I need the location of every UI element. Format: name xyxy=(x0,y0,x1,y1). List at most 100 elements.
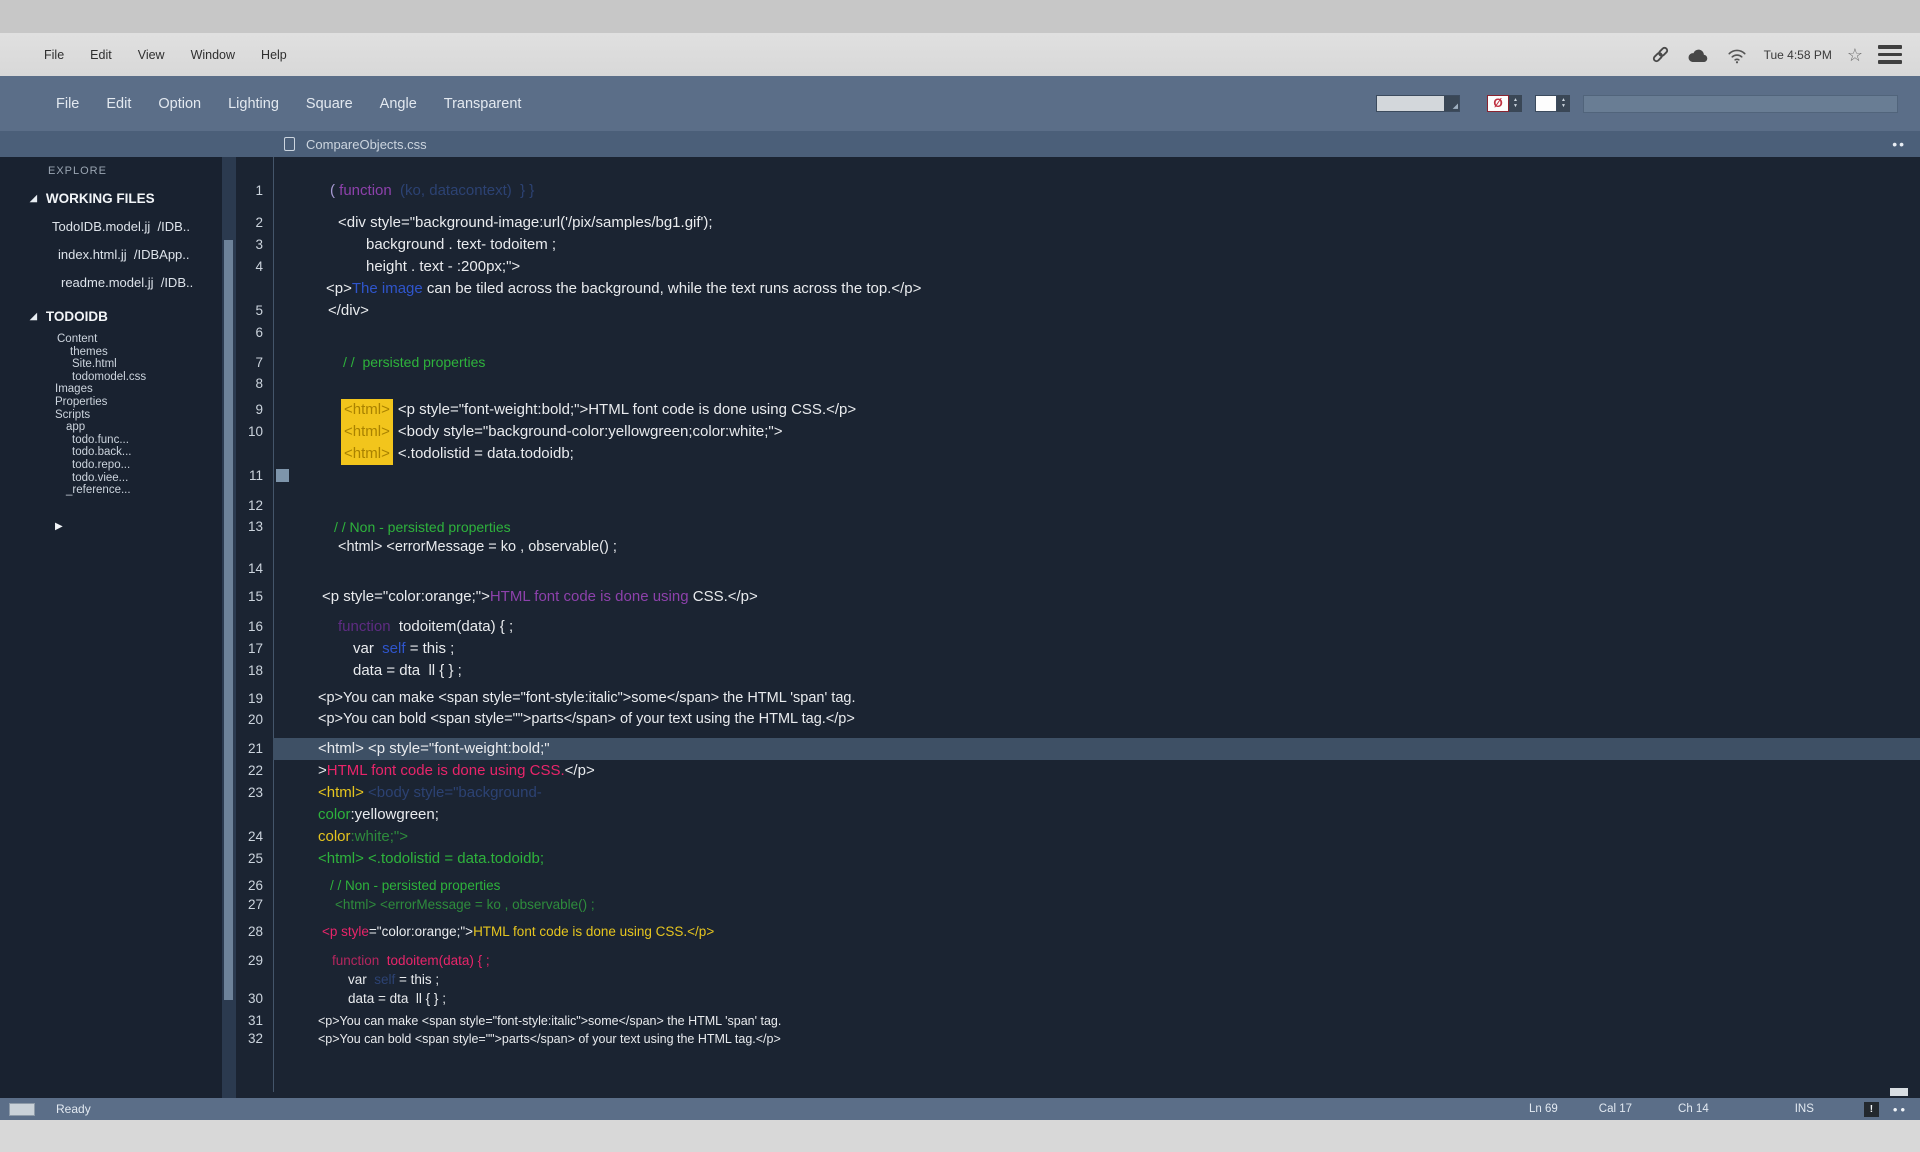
menu-item-edit[interactable]: Edit xyxy=(90,48,112,62)
tree-item[interactable]: Site.html xyxy=(0,358,222,371)
code-row: 2<div style="background-image:url('/pix/… xyxy=(236,212,1920,234)
line-number: 23 xyxy=(236,782,273,804)
menu-item-help[interactable]: Help xyxy=(261,48,287,62)
tab-overflow-dots[interactable]: •• xyxy=(1892,136,1906,152)
dropdown-arrow-icon[interactable]: ◢ xyxy=(1444,96,1459,111)
toolbar-item-file[interactable]: File xyxy=(56,96,79,112)
menu-item-file[interactable]: File xyxy=(44,48,64,62)
code-line-text: color:yellowgreen; xyxy=(273,804,1920,826)
working-file-item[interactable]: index.html.jj /IDBApp.. xyxy=(0,247,222,262)
line-number xyxy=(236,537,273,558)
line-number: 15 xyxy=(236,586,273,608)
toolbar-item-option[interactable]: Option xyxy=(158,96,201,112)
collapsed-item-arrow-icon[interactable]: ▶ xyxy=(0,521,222,532)
code-row: <html><.todolistid = data.todoidb; xyxy=(236,443,1920,465)
code-token: var xyxy=(348,972,371,987)
tree-item[interactable]: Images xyxy=(0,383,222,396)
tree-item[interactable]: Scripts xyxy=(0,409,222,422)
toolbar-item-square[interactable]: Square xyxy=(306,96,353,112)
line-number: 7 xyxy=(236,352,273,373)
code-row: 6 xyxy=(236,322,1920,344)
code-row: 29function todoitem(data) { ; xyxy=(236,951,1920,970)
menu-item-view[interactable]: View xyxy=(138,48,165,62)
code-row: 28<p style="color:orange;">HTML font cod… xyxy=(236,922,1920,941)
no-fill-icon: Ø xyxy=(1487,95,1509,112)
status-grip[interactable] xyxy=(9,1103,35,1116)
code-token: <p style="font-weight:bold;">HTML font c… xyxy=(398,401,856,418)
status-char: Ch 14 xyxy=(1678,1103,1709,1115)
menu-icon[interactable] xyxy=(1878,45,1902,64)
tree-item[interactable]: app xyxy=(0,421,222,434)
code-row: 32<p>You can bold <span style="">parts</… xyxy=(236,1030,1920,1048)
status-ready: Ready xyxy=(56,1102,91,1116)
tree-item[interactable]: todo.back... xyxy=(0,446,222,459)
tab-bar: CompareObjects.css •• xyxy=(0,131,1920,157)
stepper-arrows-icon[interactable]: ▲▼ xyxy=(1557,95,1570,112)
code-line-text: <html> <errorMessage = ko , observable()… xyxy=(273,895,1920,914)
code-row: <p>The image can be tiled across the bac… xyxy=(236,278,1920,300)
gutter-marker[interactable] xyxy=(276,469,289,482)
code-line-text: / / Non - persisted properties xyxy=(273,876,1920,895)
code-line-text xyxy=(273,558,1920,580)
line-number xyxy=(236,443,273,465)
code-row: 3background . text- todoitem ; xyxy=(236,234,1920,256)
code-line-text: var self = this ; xyxy=(273,970,1920,989)
tree-item[interactable]: themes xyxy=(0,346,222,359)
code-token: function xyxy=(339,182,392,199)
wifi-icon[interactable] xyxy=(1725,45,1749,65)
toolbar-input[interactable] xyxy=(1583,95,1898,113)
status-line: Ln 69 xyxy=(1529,1103,1558,1115)
toolbar-item-transparent[interactable]: Transparent xyxy=(444,96,522,112)
line-number: 16 xyxy=(236,616,273,638)
code-token: <body style="background- xyxy=(364,784,542,801)
link-icon[interactable] xyxy=(1650,44,1671,65)
line-number xyxy=(236,278,273,300)
line-number: 17 xyxy=(236,638,273,660)
sidebar-scrollbar[interactable] xyxy=(222,157,236,1098)
tree-item[interactable]: _reference... xyxy=(0,484,222,497)
working-file-item[interactable]: TodoIDB.model.jj /IDB.. xyxy=(0,219,222,234)
code-line-text: ( function (ko, datacontext) } } xyxy=(273,180,1920,202)
menu-item-window[interactable]: Window xyxy=(191,48,235,62)
editor-scrollbar-thumb[interactable] xyxy=(1890,1088,1908,1096)
code-token: data = dta ll { } ; xyxy=(348,991,446,1006)
tab-compareobjects[interactable]: CompareObjects.css xyxy=(0,137,427,152)
tree-item[interactable]: todo.func... xyxy=(0,434,222,447)
scrollbar-thumb[interactable] xyxy=(224,240,233,1000)
explorer-sidebar: EXPLORE ◢ WORKING FILES TodoIDB.model.jj… xyxy=(0,157,222,1098)
working-file-item[interactable]: readme.model.jj /IDB.. xyxy=(0,275,222,290)
toolbar-stepper-color[interactable]: ▲▼ xyxy=(1535,95,1570,112)
code-row: 7/ / persisted properties xyxy=(236,352,1920,373)
star-icon[interactable]: ☆ xyxy=(1847,46,1863,64)
code-line-text: data = dta ll { } ; xyxy=(273,660,1920,682)
toolbar-stepper-fill[interactable]: Ø ▲▼ xyxy=(1487,95,1522,112)
tree-item[interactable]: Content xyxy=(0,333,222,346)
tree-item[interactable]: todo.repo... xyxy=(0,459,222,472)
line-number: 3 xyxy=(236,234,273,256)
toolbar-dropdown[interactable]: ◢ xyxy=(1376,95,1460,112)
line-number: 8 xyxy=(236,373,273,395)
cloud-icon[interactable] xyxy=(1686,45,1710,65)
code-line-text: <p>You can make <span style="font-style:… xyxy=(273,1012,1920,1030)
toolbar-item-angle[interactable]: Angle xyxy=(380,96,417,112)
code-token: <.todolistid = data.todoidb; xyxy=(398,445,574,462)
status-dots[interactable]: •• xyxy=(1893,1102,1908,1117)
code-token: function xyxy=(332,953,379,968)
toolbar-item-edit[interactable]: Edit xyxy=(106,96,131,112)
line-number: 1 xyxy=(236,180,273,202)
code-row: 9<html><p style="font-weight:bold;">HTML… xyxy=(236,399,1920,421)
code-editor[interactable]: 1( function (ko, datacontext) } } 2<div s… xyxy=(236,157,1920,1098)
tree-item[interactable]: Properties xyxy=(0,396,222,409)
stepper-arrows-icon[interactable]: ▲▼ xyxy=(1509,95,1522,112)
tree-item[interactable]: todomodel.css xyxy=(0,371,222,384)
code-line-text: <p style="color:orange;">HTML font code … xyxy=(273,922,1920,941)
working-files-header[interactable]: ◢ WORKING FILES xyxy=(0,191,222,206)
code-row: 15<p style="color:orange;">HTML font cod… xyxy=(236,586,1920,608)
toolbar-item-lighting[interactable]: Lighting xyxy=(228,96,279,112)
tree-item[interactable]: todo.viee... xyxy=(0,472,222,485)
todoidb-header[interactable]: ◢ TODOIDB xyxy=(0,309,222,324)
code-token: HTML font code is done using CSS.</p> xyxy=(473,924,714,939)
line-number: 26 xyxy=(236,876,273,895)
explore-heading: EXPLORE xyxy=(0,157,222,177)
code-token: color xyxy=(318,828,351,845)
